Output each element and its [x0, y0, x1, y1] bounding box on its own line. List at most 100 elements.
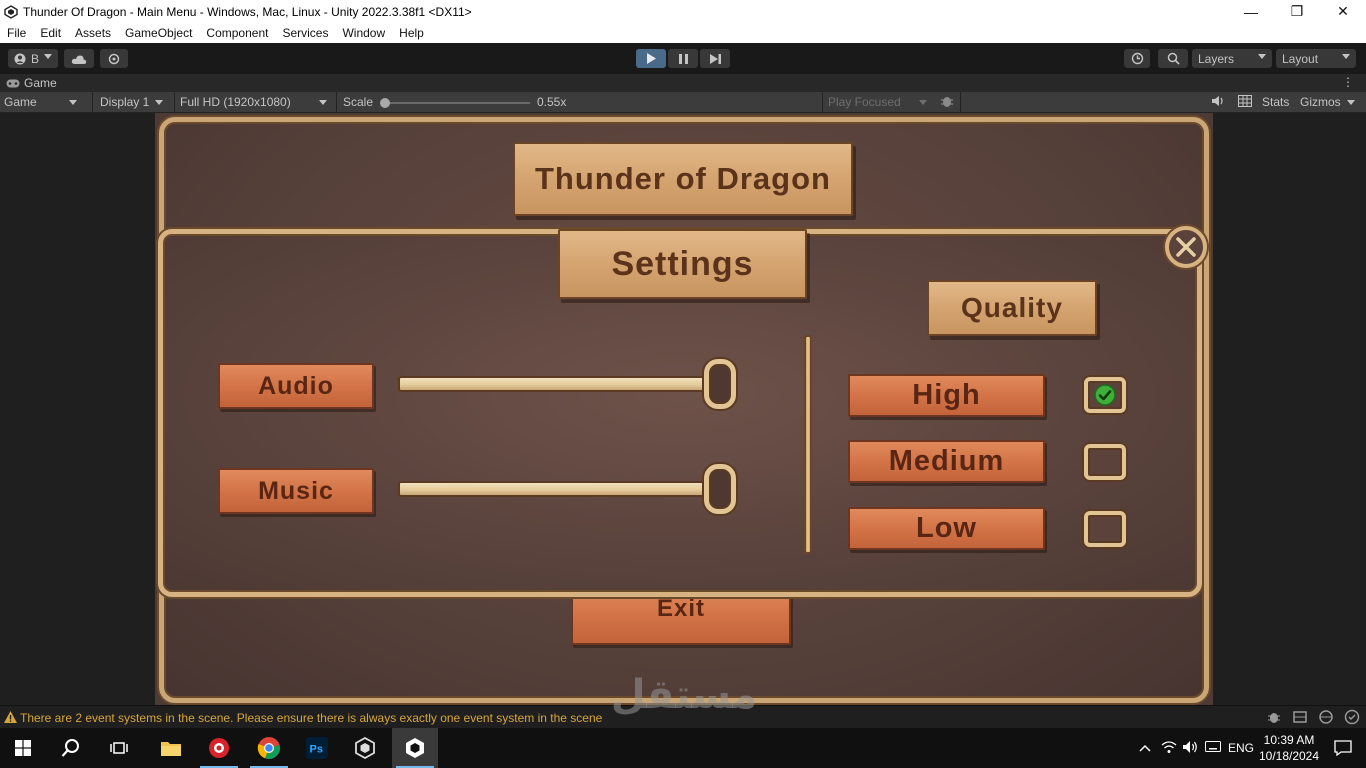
- menu-file[interactable]: File: [0, 26, 33, 40]
- success-icon[interactable]: [1344, 709, 1360, 725]
- photoshop-taskbar-button[interactable]: Ps: [294, 728, 340, 768]
- network-icon[interactable]: [1318, 709, 1334, 725]
- folder-icon: [161, 742, 181, 756]
- chevron-down-icon: [318, 100, 327, 106]
- close-icon: [1176, 237, 1196, 257]
- menu-component[interactable]: Component: [199, 26, 275, 40]
- keyboard-tray-button[interactable]: [1202, 741, 1224, 755]
- console-status-bar[interactable]: There are 2 event systems in the scene. …: [0, 705, 1366, 728]
- collab-button[interactable]: [100, 49, 128, 68]
- unity-editor-taskbar-button[interactable]: [392, 728, 438, 768]
- gizmos-dropdown[interactable]: Gizmos: [1300, 95, 1355, 109]
- start-button[interactable]: [0, 728, 46, 768]
- show-hidden-icons-button[interactable]: [1132, 741, 1158, 755]
- menu-help[interactable]: Help: [392, 26, 431, 40]
- layers-dropdown[interactable]: Layers: [1192, 49, 1272, 68]
- clock-date: 10/18/2024: [1258, 749, 1320, 763]
- audio-slider-handle[interactable]: [704, 359, 736, 409]
- quality-low-checkbox[interactable]: [1084, 511, 1126, 547]
- cache-icon[interactable]: [1292, 709, 1308, 725]
- search-taskbar-button[interactable]: [48, 728, 94, 768]
- chevron-up-icon: [1139, 744, 1151, 752]
- scale-slider-knob[interactable]: [380, 98, 390, 108]
- search-button[interactable]: [1158, 49, 1188, 68]
- game-tab-row: Game ⋮: [0, 74, 1366, 92]
- more-options-icon[interactable]: ⋮: [1342, 75, 1354, 89]
- layout-dropdown[interactable]: Layout: [1276, 49, 1356, 68]
- music-label: Music: [218, 468, 374, 514]
- scale-label: Scale: [343, 95, 374, 109]
- quality-medium-checkbox[interactable]: [1084, 444, 1126, 480]
- game-tab-label: Game: [24, 76, 57, 90]
- network-tray-button[interactable]: [1158, 740, 1180, 757]
- window-title: Thunder Of Dragon - Main Menu - Windows,…: [23, 4, 472, 19]
- unity-logo-icon: [4, 4, 18, 19]
- minimize-button[interactable]: —: [1228, 0, 1274, 23]
- game-mode-dropdown[interactable]: Game: [4, 95, 77, 109]
- system-tray: ENG 10:39 AM 10/18/2024: [1132, 728, 1366, 768]
- step-icon: [709, 53, 721, 64]
- stats-button[interactable]: Stats: [1262, 95, 1289, 109]
- chrome-taskbar-button[interactable]: [246, 728, 292, 768]
- pause-icon: [678, 53, 688, 64]
- settings-icon: [108, 53, 120, 64]
- chrome-icon: [257, 737, 280, 760]
- audio-mute-icon[interactable]: [1212, 95, 1225, 110]
- game-view: Thunder of Dragon Exit Settings Quality …: [0, 113, 1366, 705]
- quality-option-low[interactable]: Low: [848, 507, 1045, 550]
- music-slider-handle[interactable]: [704, 464, 736, 514]
- grid-icon[interactable]: [1238, 95, 1252, 110]
- menu-assets[interactable]: Assets: [68, 26, 118, 40]
- file-explorer-taskbar-button[interactable]: [148, 728, 194, 768]
- unity-hub-taskbar-button[interactable]: [342, 728, 388, 768]
- maximize-button[interactable]: ❐: [1274, 0, 1320, 23]
- search-icon: [1167, 52, 1180, 65]
- bug-icon[interactable]: [940, 94, 954, 111]
- cloud-button[interactable]: [64, 49, 94, 68]
- game-tab[interactable]: Game: [6, 76, 57, 90]
- quality-title-plank: Quality: [927, 280, 1097, 336]
- undo-history-button[interactable]: [1124, 49, 1150, 68]
- notification-icon: [1334, 740, 1352, 756]
- task-view-button[interactable]: [96, 728, 142, 768]
- notifications-button[interactable]: [1320, 740, 1366, 756]
- layers-label: Layers: [1198, 51, 1235, 66]
- volume-tray-button[interactable]: [1180, 740, 1202, 757]
- close-settings-button[interactable]: [1165, 226, 1207, 268]
- close-window-button[interactable]: ✕: [1320, 0, 1366, 23]
- music-slider[interactable]: [398, 464, 736, 514]
- menu-bar: File Edit Assets GameObject Component Se…: [0, 23, 1366, 43]
- keyboard-icon: [1205, 741, 1221, 752]
- game-canvas[interactable]: Thunder of Dragon Exit Settings Quality …: [155, 113, 1213, 705]
- scale-slider[interactable]: [380, 98, 530, 108]
- display-dropdown[interactable]: Display 1: [100, 95, 164, 109]
- debug-icon[interactable]: [1266, 709, 1282, 725]
- pause-button[interactable]: [668, 49, 698, 68]
- chevron-down-icon: [1346, 100, 1355, 106]
- menu-services[interactable]: Services: [275, 26, 335, 40]
- windows-taskbar: Ps ENG 10:39 AM 10/18/2024: [0, 728, 1366, 768]
- play-icon: [647, 53, 656, 64]
- play-focused-dropdown[interactable]: Play Focused: [828, 95, 927, 109]
- menu-edit[interactable]: Edit: [33, 26, 68, 40]
- language-indicator[interactable]: ENG: [1224, 741, 1258, 755]
- menu-gameobject[interactable]: GameObject: [118, 26, 199, 40]
- quality-option-medium[interactable]: Medium: [848, 440, 1045, 483]
- wifi-icon: [1161, 740, 1177, 753]
- resolution-dropdown[interactable]: Full HD (1920x1080): [180, 95, 327, 109]
- step-button[interactable]: [700, 49, 730, 68]
- speaker-icon: [1183, 740, 1197, 753]
- audio-slider[interactable]: [398, 359, 736, 409]
- quality-high-checkbox[interactable]: [1084, 377, 1126, 413]
- layout-label: Layout: [1282, 51, 1319, 66]
- play-button[interactable]: [636, 49, 666, 68]
- unity-toolbar: B Layers Layout: [0, 43, 1366, 74]
- clock[interactable]: 10:39 AM 10/18/2024: [1258, 732, 1320, 764]
- record-app-taskbar-button[interactable]: [196, 728, 242, 768]
- chevron-down-icon: [1342, 54, 1350, 59]
- quality-option-high[interactable]: High: [848, 374, 1045, 417]
- search-icon: [61, 739, 79, 757]
- task-view-icon: [110, 742, 128, 754]
- account-dropdown[interactable]: B: [8, 49, 58, 68]
- menu-window[interactable]: Window: [335, 26, 392, 40]
